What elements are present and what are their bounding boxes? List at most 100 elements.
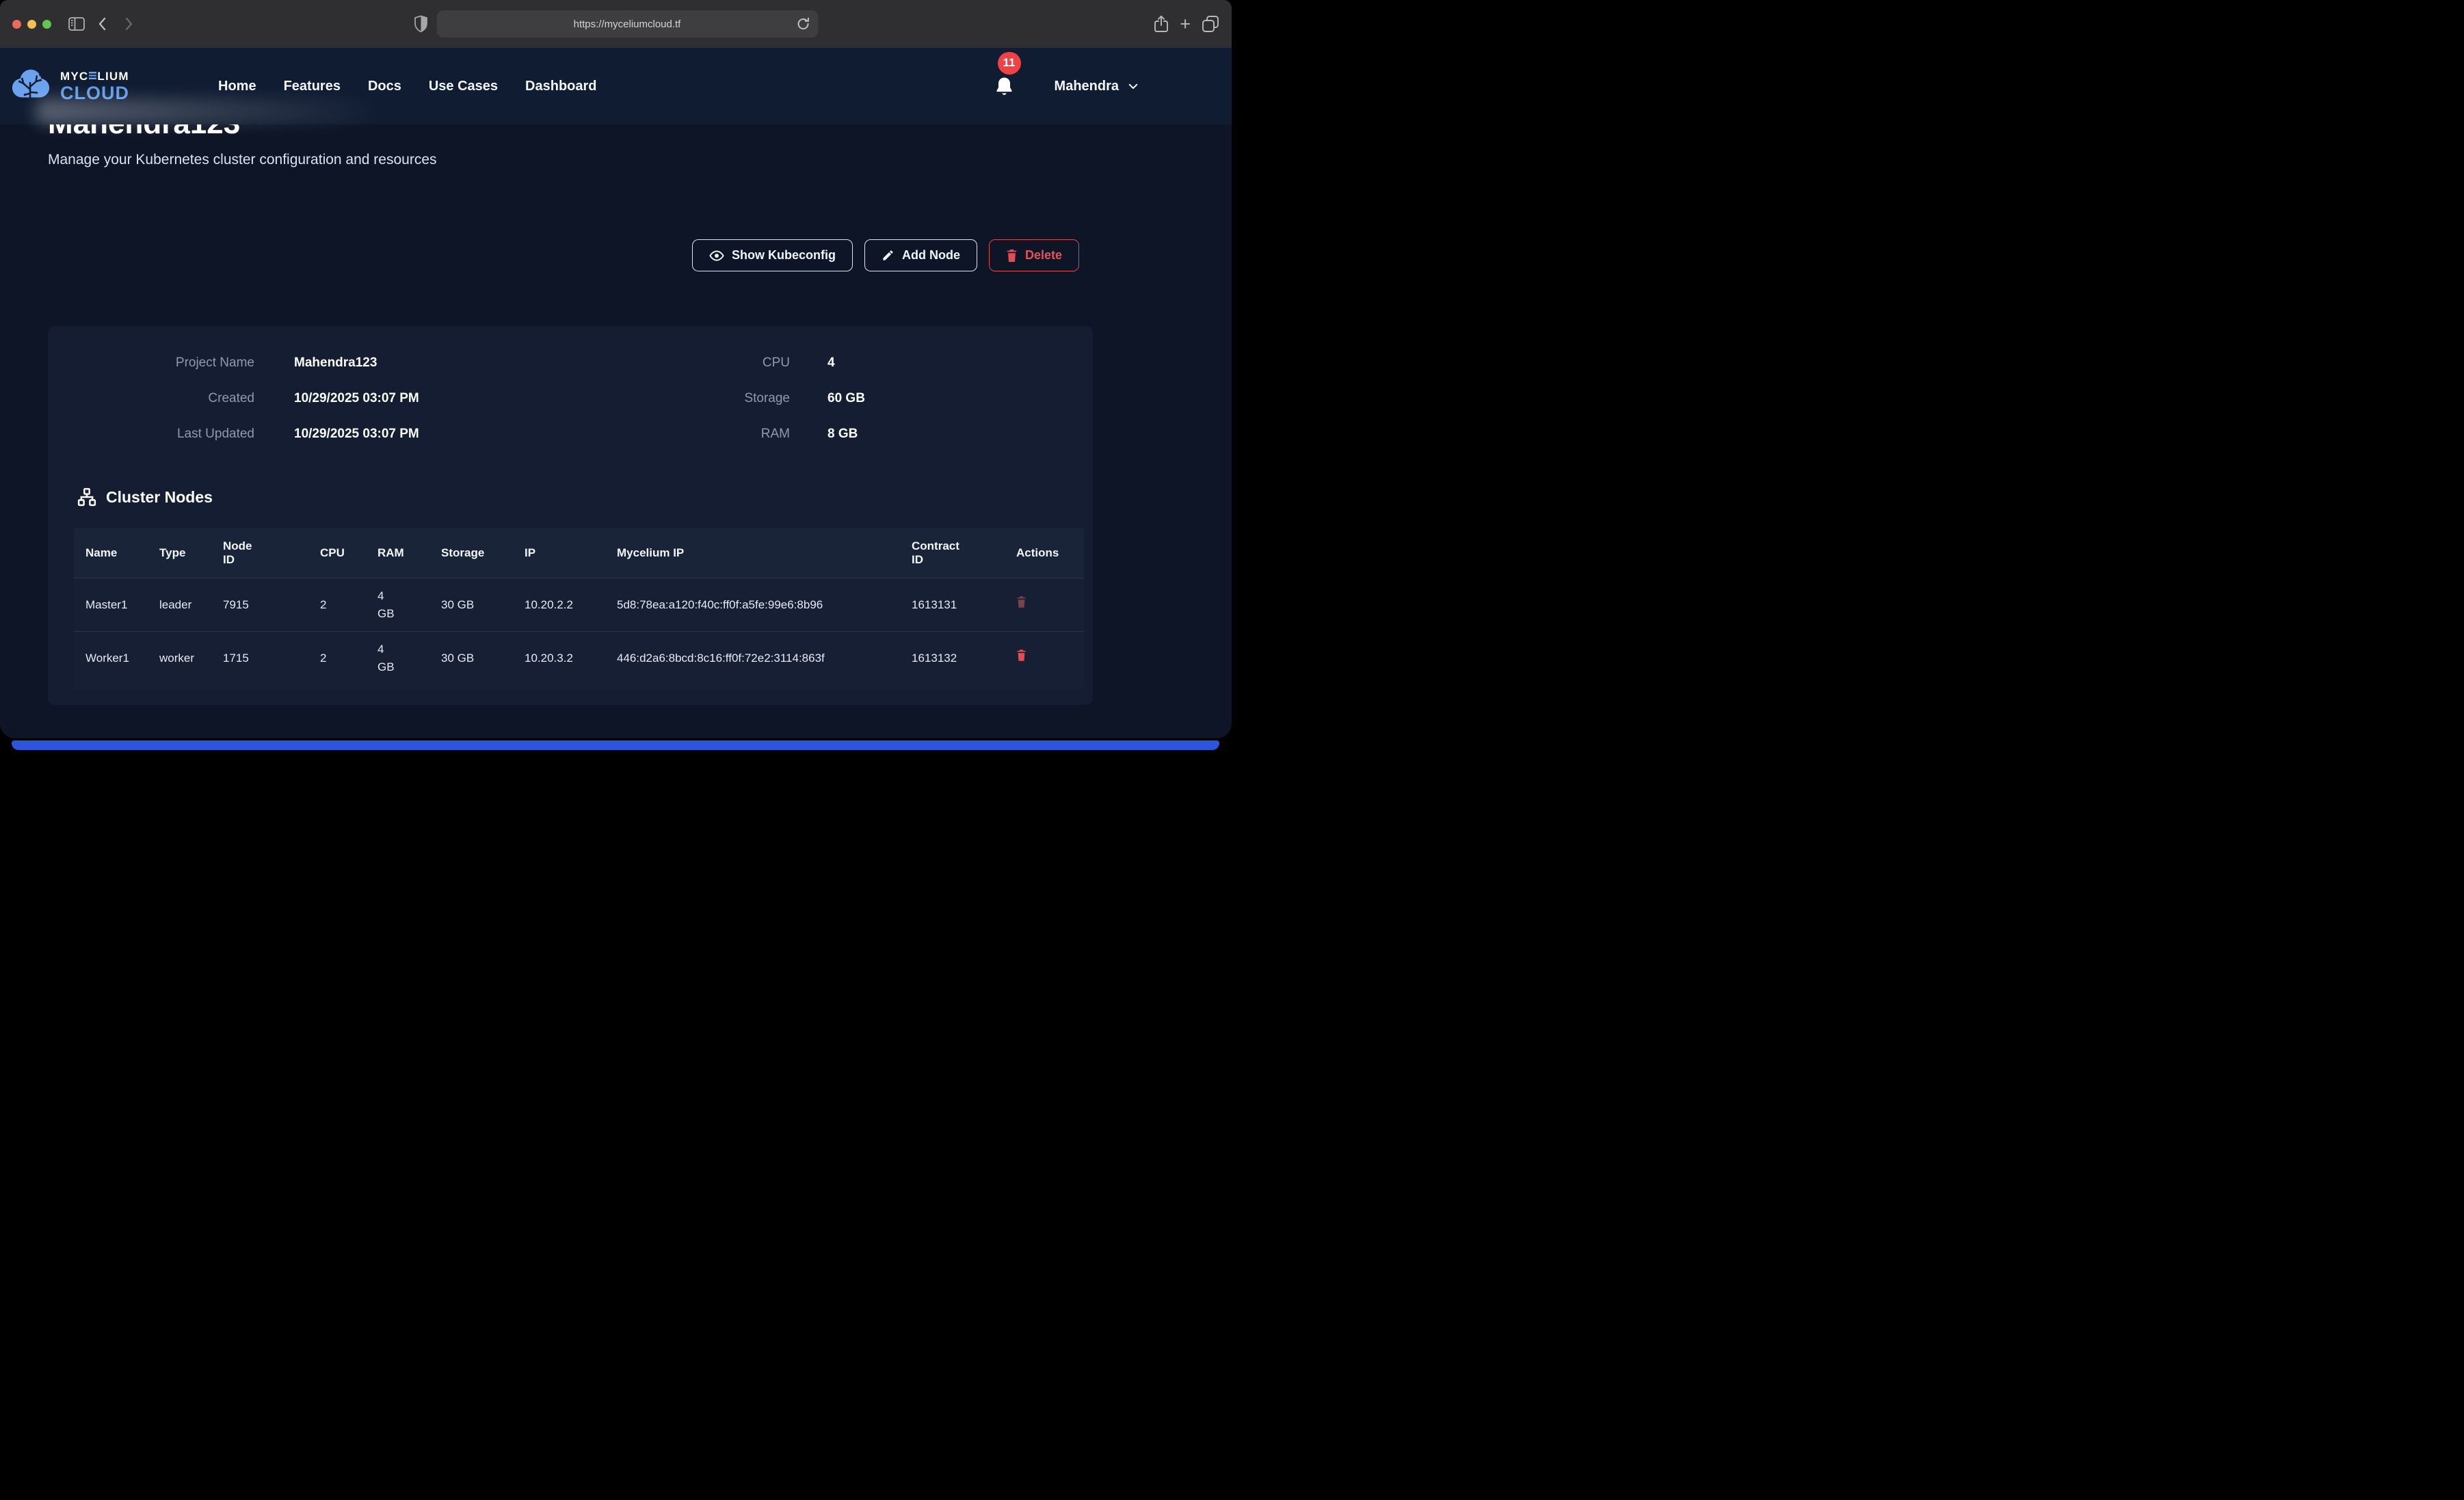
cell-name: Worker1: [74, 632, 159, 685]
page-title: Mahendra123: [48, 124, 1232, 139]
cell-ip: 10.20.3.2: [525, 632, 617, 685]
site-navbar: MYCELIUM CLOUD Home Features Docs Use Ca…: [0, 48, 1232, 124]
info-value-project-name: Mahendra123: [254, 351, 702, 375]
show-kubeconfig-button[interactable]: Show Kubeconfig: [692, 239, 853, 271]
nav-item-features[interactable]: Features: [284, 79, 341, 94]
cluster-nodes-table: Name Type Node ID CPU RAM Storage IP Myc…: [74, 528, 1084, 690]
col-header-actions: Actions: [1016, 528, 1084, 578]
cell-contract-id: 1613132: [912, 632, 1016, 685]
bell-icon: [993, 75, 1016, 98]
tab-overview-icon[interactable]: [1202, 15, 1219, 33]
cell-mycelium-ip: 5d8:78ea:a120:f40c:ff0f:a5fe:99e6:8b96: [617, 578, 912, 632]
forward-button-icon[interactable]: [118, 14, 139, 34]
page-viewport: MYCELIUM CLOUD Home Features Docs Use Ca…: [0, 48, 1232, 738]
cluster-info-grid: Project Name Mahendra123 CPU 4 Created 1…: [48, 351, 1093, 446]
nav-item-dashboard[interactable]: Dashboard: [525, 79, 596, 94]
col-header-storage: Storage: [441, 528, 525, 578]
browser-toolbar: https://myceliumcloud.tf: [0, 0, 1232, 48]
trash-icon: [1006, 249, 1018, 263]
brand-wordmark: MYCELIUM CLOUD: [60, 70, 129, 103]
info-label-last-updated: Last Updated: [48, 422, 254, 446]
cell-storage: 30 GB: [441, 632, 525, 685]
back-button-icon[interactable]: [92, 14, 113, 34]
cell-mycelium-ip: 446:d2a6:8bcd:8c16:ff0f:72e2:3114:863f: [617, 632, 912, 685]
col-header-name: Name: [74, 528, 159, 578]
col-header-node-id: Node ID: [223, 528, 320, 578]
chevron-down-icon: [1127, 80, 1139, 92]
logo-stylized-e: E: [89, 72, 96, 81]
table-row: Master1 leader 7915 2 4 GB 30 GB 10.20.2…: [74, 578, 1084, 632]
cell-contract-id: 1613131: [912, 578, 1016, 632]
cell-ip: 10.20.2.2: [525, 578, 617, 632]
brand-line-mycelium: MYCELIUM: [60, 70, 129, 82]
cell-ram: 4 GB: [377, 632, 441, 685]
notifications-button[interactable]: 11: [993, 75, 1016, 98]
page-title-clip: Mahendra123: [48, 124, 1232, 141]
info-label-created: Created: [48, 386, 254, 410]
cell-node-id: 7915: [223, 578, 320, 632]
new-tab-icon[interactable]: +: [1180, 15, 1191, 34]
trash-icon: [1016, 595, 1026, 608]
notification-count-badge: 11: [998, 52, 1021, 75]
toolbar-right-group: +: [1154, 15, 1219, 34]
nav-item-home[interactable]: Home: [218, 79, 256, 94]
close-window-button[interactable]: [12, 20, 21, 29]
address-bar-group: https://myceliumcloud.tf: [414, 10, 818, 38]
nav-item-docs[interactable]: Docs: [368, 79, 401, 94]
network-nodes-icon: [77, 487, 97, 507]
table-header-row: Name Type Node ID CPU RAM Storage IP Myc…: [74, 528, 1084, 578]
cell-storage: 30 GB: [441, 578, 525, 632]
info-value-last-updated: 10/29/2025 03:07 PM: [254, 422, 702, 446]
info-label-ram: RAM: [702, 422, 790, 446]
cluster-info-panel: Project Name Mahendra123 CPU 4 Created 1…: [48, 326, 1093, 705]
minimize-window-button[interactable]: [27, 20, 36, 29]
cell-name: Master1: [74, 578, 159, 632]
user-menu[interactable]: Mahendra: [1055, 79, 1139, 94]
info-value-cpu: 4: [790, 351, 1093, 375]
col-header-ip: IP: [525, 528, 617, 578]
eye-icon: [709, 250, 724, 262]
zoom-window-button[interactable]: [42, 20, 51, 29]
privacy-shield-icon: [414, 15, 427, 33]
info-value-created: 10/29/2025 03:07 PM: [254, 386, 702, 410]
desktop-accent-strip: [12, 740, 1219, 750]
cell-type: worker: [159, 632, 223, 685]
traffic-lights: [12, 20, 51, 29]
delete-node-button[interactable]: [1016, 595, 1026, 608]
cell-actions: [1016, 578, 1084, 632]
info-label-project-name: Project Name: [48, 351, 254, 375]
cluster-actions-row: Show Kubeconfig Add Node Delete: [48, 239, 1079, 271]
cell-ram: 4 GB: [377, 578, 441, 632]
info-value-storage: 60 GB: [790, 386, 1093, 410]
main-menu: Home Features Docs Use Cases Dashboard: [218, 79, 597, 94]
table-row: Worker1 worker 1715 2 4 GB 30 GB 10.20.3…: [74, 632, 1084, 685]
col-header-type: Type: [159, 528, 223, 578]
navbar-right-group: 11 Mahendra: [993, 75, 1139, 98]
info-label-cpu: CPU: [702, 351, 790, 375]
user-name: Mahendra: [1055, 79, 1119, 94]
col-header-ram: RAM: [377, 528, 441, 578]
page-subtitle: Manage your Kubernetes cluster configura…: [48, 152, 1232, 168]
col-header-mycelium-ip: Mycelium IP: [617, 528, 912, 578]
cell-node-id: 1715: [223, 632, 320, 685]
col-header-contract-id: Contract ID: [912, 528, 1016, 578]
share-icon[interactable]: [1154, 15, 1169, 33]
pencil-icon: [882, 249, 895, 262]
delete-node-button[interactable]: [1016, 649, 1026, 662]
sidebar-toggle-icon[interactable]: [66, 14, 87, 34]
trash-icon: [1016, 649, 1026, 662]
nav-item-use-cases[interactable]: Use Cases: [429, 79, 498, 94]
browser-window: https://myceliumcloud.tf: [0, 0, 1232, 738]
cluster-detail-page: Mahendra123 Manage your Kubernetes clust…: [0, 124, 1232, 705]
cell-cpu: 2: [320, 632, 377, 685]
delete-cluster-button[interactable]: Delete: [989, 239, 1079, 271]
brand-logo[interactable]: MYCELIUM CLOUD: [10, 66, 129, 107]
cell-cpu: 2: [320, 578, 377, 632]
brand-line-cloud: CLOUD: [60, 84, 129, 103]
desktop-background: https://myceliumcloud.tf: [0, 0, 1232, 750]
url-text: https://myceliumcloud.tf: [574, 18, 681, 30]
col-header-cpu: CPU: [320, 528, 377, 578]
add-node-button[interactable]: Add Node: [864, 239, 977, 271]
address-bar[interactable]: https://myceliumcloud.tf: [436, 10, 818, 38]
reload-icon[interactable]: [795, 16, 811, 32]
